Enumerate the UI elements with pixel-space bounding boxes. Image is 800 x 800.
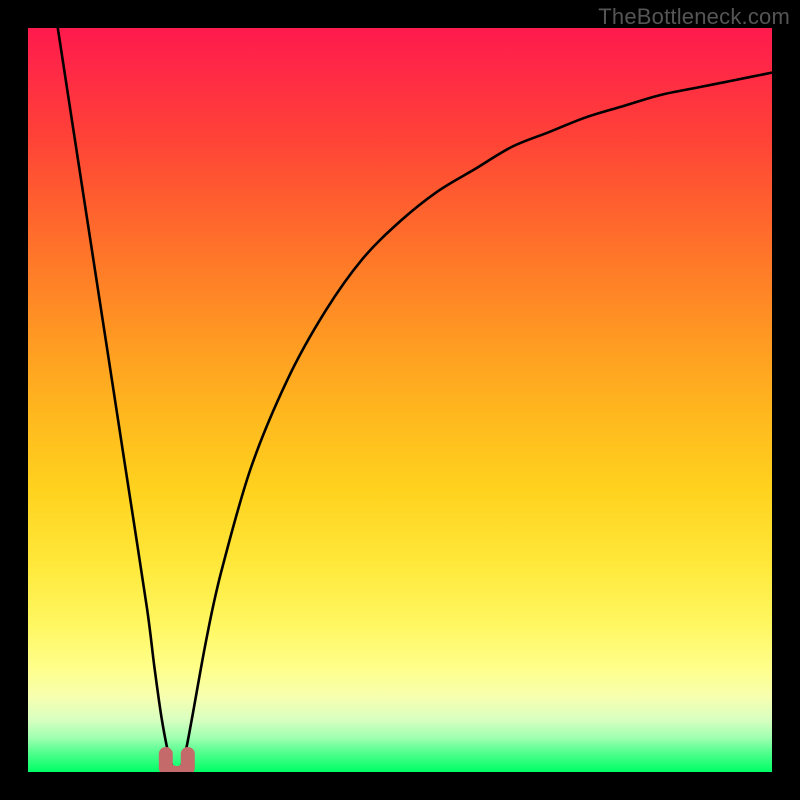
chart-frame: TheBottleneck.com bbox=[0, 0, 800, 800]
watermark-text: TheBottleneck.com bbox=[598, 4, 790, 30]
curve-layer bbox=[28, 28, 772, 772]
minimum-marker bbox=[166, 754, 188, 772]
plot-area bbox=[28, 28, 772, 772]
bottleneck-curve bbox=[58, 28, 772, 772]
